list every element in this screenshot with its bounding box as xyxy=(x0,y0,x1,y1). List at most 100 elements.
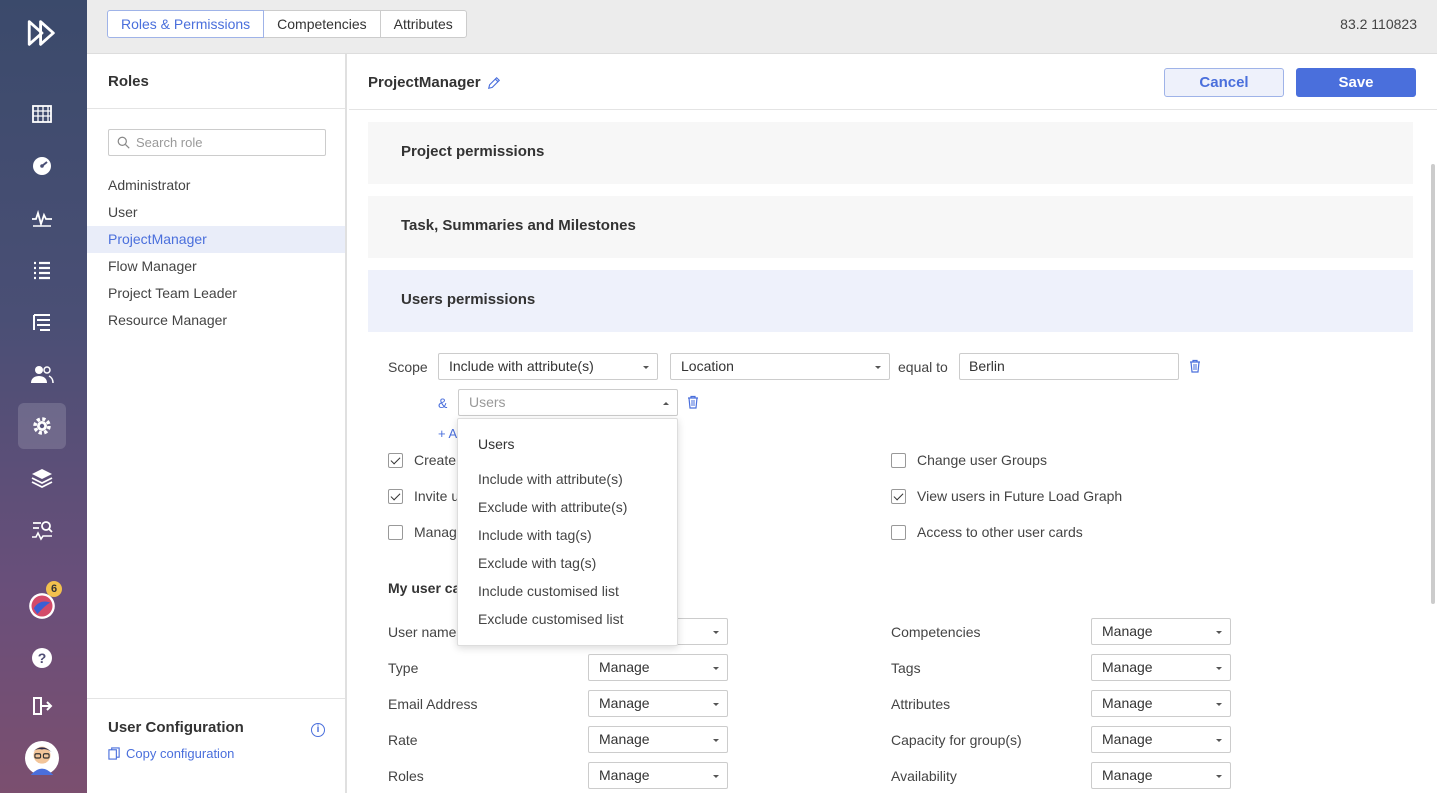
users-scope-select[interactable]: Users xyxy=(458,389,678,416)
field-label-rate: Rate xyxy=(388,732,418,748)
users-icon[interactable] xyxy=(18,351,66,397)
analytics-icon[interactable] xyxy=(18,507,66,553)
select-rate[interactable]: Manage xyxy=(588,726,728,753)
permission-access-user-cards[interactable]: Access to other user cards xyxy=(891,524,1083,540)
logout-icon[interactable] xyxy=(18,683,66,729)
select-tags[interactable]: Manage xyxy=(1091,654,1231,681)
info-icon[interactable]: i xyxy=(311,723,325,737)
field-label-user-name: User name xyxy=(388,624,457,640)
layers-icon[interactable] xyxy=(18,455,66,501)
scope-mode-select[interactable]: Include with attribute(s) xyxy=(438,353,658,380)
trash-icon[interactable] xyxy=(1188,359,1202,373)
role-item-administrator[interactable]: Administrator xyxy=(87,172,345,199)
section-project-permissions[interactable]: Project permissions xyxy=(368,122,1413,184)
logo-icon[interactable] xyxy=(18,10,66,56)
role-item-flow-manager[interactable]: Flow Manager xyxy=(87,253,345,280)
option-include-attributes[interactable]: Include with attribute(s) xyxy=(478,471,623,487)
users-scope-dropdown: Users Include with attribute(s) Exclude … xyxy=(457,418,678,646)
option-exclude-tags[interactable]: Exclude with tag(s) xyxy=(478,555,596,571)
tab-roles-permissions[interactable]: Roles & Permissions xyxy=(107,10,265,38)
and-connector: & xyxy=(438,395,448,411)
select-capacity[interactable]: Manage xyxy=(1091,726,1231,753)
section-task-summaries-milestones[interactable]: Task, Summaries and Milestones xyxy=(368,196,1413,258)
option-include-tags[interactable]: Include with tag(s) xyxy=(478,527,592,543)
checkbox-create-users[interactable] xyxy=(388,452,403,468)
select-capacity-value: Manage xyxy=(1102,731,1153,747)
select-type-value: Manage xyxy=(599,659,650,675)
gear-icon[interactable] xyxy=(18,403,66,449)
chevron-down-icon xyxy=(713,703,719,706)
permission-view-future-load[interactable]: View users in Future Load Graph xyxy=(891,488,1122,504)
option-exclude-customised-list[interactable]: Exclude customised list xyxy=(478,611,624,627)
checkbox-view-future-load[interactable] xyxy=(891,488,906,504)
checkbox-access-user-cards[interactable] xyxy=(891,524,906,540)
scope-label: Scope xyxy=(388,359,428,375)
copy-configuration-link[interactable]: Copy configuration xyxy=(108,746,324,761)
scrollbar[interactable] xyxy=(1431,164,1435,604)
select-email[interactable]: Manage xyxy=(588,690,728,717)
list-icon[interactable] xyxy=(18,247,66,293)
view-future-load-label: View users in Future Load Graph xyxy=(917,488,1123,504)
role-item-user[interactable]: User xyxy=(87,199,345,226)
chevron-down-icon xyxy=(1216,703,1222,706)
version-label: 83.2 110823 xyxy=(1340,16,1417,32)
option-exclude-attributes[interactable]: Exclude with attribute(s) xyxy=(478,499,627,515)
field-label-roles: Roles xyxy=(388,768,424,784)
select-roles-value: Manage xyxy=(599,767,650,783)
select-roles[interactable]: Manage xyxy=(588,762,728,789)
notifications-icon[interactable]: 6 xyxy=(18,581,66,629)
activity-icon[interactable] xyxy=(18,195,66,241)
checkbox-change-user-groups[interactable] xyxy=(891,452,906,468)
select-availability[interactable]: Manage xyxy=(1091,762,1231,789)
trash-icon[interactable] xyxy=(686,395,700,409)
chevron-down-icon xyxy=(713,667,719,670)
field-label-attributes: Attributes xyxy=(891,696,951,712)
role-item-resource-manager[interactable]: Resource Manager xyxy=(87,307,345,334)
checkbox-invite-users[interactable] xyxy=(388,488,403,504)
select-availability-value: Manage xyxy=(1102,767,1153,783)
avatar[interactable] xyxy=(18,735,66,781)
pencil-icon[interactable] xyxy=(487,76,501,90)
access-user-cards-label: Access to other user cards xyxy=(917,524,1083,540)
field-label-competencies: Competencies xyxy=(891,624,981,640)
tab-attributes[interactable]: Attributes xyxy=(379,10,467,38)
help-icon[interactable]: ? xyxy=(18,635,66,681)
role-name-label: ProjectManager xyxy=(368,74,481,91)
section-users-permissions[interactable]: Users permissions xyxy=(368,270,1413,332)
chevron-down-icon xyxy=(713,631,719,634)
permission-invite-users[interactable]: Invite u xyxy=(388,488,459,504)
role-item-project-team-leader[interactable]: Project Team Leader xyxy=(87,280,345,307)
grid-icon[interactable] xyxy=(18,91,66,137)
select-type[interactable]: Manage xyxy=(588,654,728,681)
search-role-input[interactable] xyxy=(136,135,316,150)
scope-value-input[interactable]: Berlin xyxy=(959,353,1179,380)
role-item-projectmanager[interactable]: ProjectManager xyxy=(87,226,345,253)
permission-manage[interactable]: Manag xyxy=(388,524,457,540)
svg-text:?: ? xyxy=(38,650,47,666)
permission-create-users[interactable]: Create xyxy=(388,452,456,468)
permission-change-user-groups[interactable]: Change user Groups xyxy=(891,452,1047,468)
dropdown-group-title: Users xyxy=(478,436,515,452)
copy-configuration-label: Copy configuration xyxy=(126,746,235,761)
select-competencies[interactable]: Manage xyxy=(1091,618,1231,645)
checkbox-manage[interactable] xyxy=(388,524,403,540)
scope-attribute-select[interactable]: Location xyxy=(670,353,890,380)
select-rate-value: Manage xyxy=(599,731,650,747)
change-user-groups-label: Change user Groups xyxy=(917,452,1047,468)
dashboard-icon[interactable] xyxy=(18,143,66,189)
scope-attribute-value: Location xyxy=(681,358,734,374)
create-users-label: Create xyxy=(414,452,457,468)
operator-label: equal to xyxy=(898,359,948,375)
option-include-customised-list[interactable]: Include customised list xyxy=(478,583,619,599)
select-attributes[interactable]: Manage xyxy=(1091,690,1231,717)
add-condition-link[interactable]: + A xyxy=(438,426,457,441)
tree-list-icon[interactable] xyxy=(18,299,66,345)
chevron-down-icon xyxy=(1216,667,1222,670)
chevron-up-icon xyxy=(663,402,669,405)
cancel-button[interactable]: Cancel xyxy=(1164,68,1284,97)
field-label-type: Type xyxy=(388,660,419,676)
select-tags-value: Manage xyxy=(1102,659,1153,675)
search-icon xyxy=(117,136,130,149)
tab-competencies[interactable]: Competencies xyxy=(263,10,381,38)
save-button[interactable]: Save xyxy=(1296,68,1416,97)
